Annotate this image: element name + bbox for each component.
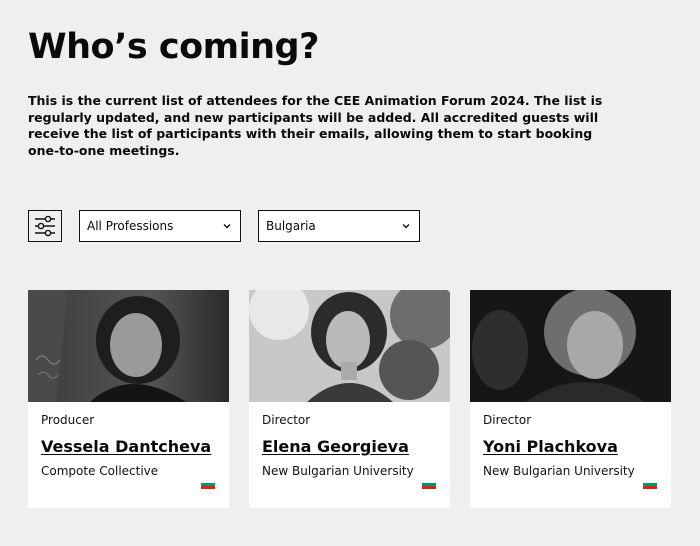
attendee-name-link[interactable]: Elena Georgieva	[262, 437, 409, 456]
attendee-card[interactable]: Producer Vessela Dantcheva Compote Colle…	[28, 290, 229, 508]
attendee-card[interactable]: Director Yoni Plachkova New Bulgarian Un…	[470, 290, 671, 508]
intro-text: This is the current list of attendees fo…	[28, 93, 603, 158]
country-select-value: Bulgaria	[266, 219, 316, 233]
attendee-organization: New Bulgarian University	[483, 464, 635, 478]
bulgaria-flag-icon	[422, 480, 436, 489]
attendee-organization: New Bulgarian University	[262, 464, 414, 478]
page-title: Who’s coming?	[28, 27, 319, 67]
attendee-role: Director	[262, 413, 311, 427]
attendee-card[interactable]: Director Elena Georgieva New Bulgarian U…	[249, 290, 450, 508]
profession-select[interactable]: All Professions	[79, 210, 241, 242]
attendee-photo	[470, 290, 671, 402]
profession-select-value: All Professions	[87, 219, 174, 233]
attendee-name-link[interactable]: Vessela Dantcheva	[41, 437, 211, 456]
attendee-role: Producer	[41, 413, 95, 427]
attendee-role: Director	[483, 413, 532, 427]
attendee-photo	[249, 290, 450, 402]
sliders-icon	[35, 215, 55, 237]
attendee-organization: Compote Collective	[41, 464, 159, 478]
country-select[interactable]: Bulgaria	[258, 210, 420, 242]
attendee-name-link[interactable]: Yoni Plachkova	[483, 437, 618, 456]
bulgaria-flag-icon	[201, 480, 215, 489]
attendee-photo	[28, 290, 229, 402]
chevron-down-icon	[223, 224, 231, 229]
filter-settings-button[interactable]	[28, 210, 62, 242]
bulgaria-flag-icon	[643, 480, 657, 489]
chevron-down-icon	[402, 224, 410, 229]
